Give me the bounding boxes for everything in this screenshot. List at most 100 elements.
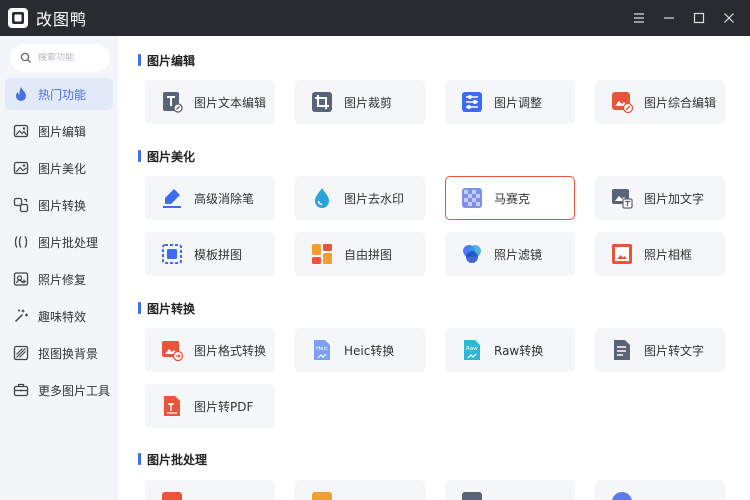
section-title-label: 图片美化 — [147, 149, 196, 164]
card-image-to-pdf[interactable]: 图片转PDF — [145, 384, 275, 428]
sidebar-item-image-edit[interactable]: 图片编辑 — [5, 115, 113, 147]
card-free-collage[interactable]: 自由拼图 — [295, 232, 425, 276]
sidebar-item-batch[interactable]: 图片批处理 — [5, 226, 113, 258]
card-label: 图片文本编辑 — [194, 95, 267, 110]
menu-icon[interactable] — [624, 0, 654, 36]
card-label: 高级消除笔 — [194, 191, 255, 206]
sidebar-item-photo-repair[interactable]: 照片修复 — [5, 263, 113, 295]
card-heic-convert[interactable]: Heic Heic转换 — [295, 328, 425, 372]
sidebar-item-label: 图片批处理 — [38, 235, 99, 250]
section-title-image-edit: 图片编辑 — [138, 52, 195, 68]
app-logo-icon — [8, 8, 28, 28]
card-label: 图片加文字 — [644, 191, 705, 206]
main-content: 图片编辑 图片文本编辑 图片裁剪 图片调整 图片综合编辑 图片美化 高级消除笔 … — [118, 36, 750, 500]
card-label: 自由拼图 — [344, 247, 393, 262]
sidebar-item-label: 热门功能 — [38, 87, 87, 102]
sidebar-item-label: 抠图换背景 — [38, 346, 99, 361]
maximize-icon[interactable] — [684, 0, 714, 36]
add-text-icon — [610, 186, 634, 210]
section-title-image-beautify: 图片美化 — [138, 148, 195, 164]
card-image-format-convert[interactable]: 图片格式转换 — [145, 328, 275, 372]
section-title-label: 图片编辑 — [147, 53, 196, 68]
card-raw-convert[interactable]: Raw Raw转换 — [445, 328, 575, 372]
sidebar-nav: 热门功能 图片编辑 图片美化 图片转换 图片批处理 照片修复 趣味特效 抠图换背… — [5, 78, 113, 411]
sidebar-item-label: 图片美化 — [38, 161, 87, 176]
toolbox-icon — [13, 382, 29, 398]
sidebar: 热门功能 图片编辑 图片美化 图片转换 图片批处理 照片修复 趣味特效 抠图换 — [0, 36, 118, 500]
title-bar: 改图鸭 — [0, 0, 750, 36]
batch-resize-icon — [310, 490, 334, 500]
card-add-text[interactable]: 图片加文字 — [595, 176, 725, 220]
template-collage-icon — [160, 242, 184, 266]
sidebar-item-cutout[interactable]: 抠图换背景 — [5, 337, 113, 369]
comprehensive-edit-icon — [610, 90, 634, 114]
card-image-adjust[interactable]: 图片调整 — [445, 80, 575, 124]
card-batch-4[interactable] — [595, 480, 725, 500]
text-edit-icon — [160, 90, 184, 114]
image-to-text-icon — [610, 338, 634, 362]
svg-text:Raw: Raw — [466, 346, 478, 352]
card-batch-3[interactable] — [445, 480, 575, 500]
image-beautify-icon — [13, 160, 29, 176]
card-batch-2[interactable] — [295, 480, 425, 500]
sparkle-icon — [13, 308, 29, 324]
card-photo-frame[interactable]: 照片相框 — [595, 232, 725, 276]
card-label: 图片转文字 — [644, 343, 705, 358]
card-label: 马赛克 — [494, 191, 531, 206]
card-mosaic[interactable]: 马赛克 — [445, 176, 575, 220]
card-label: 图片裁剪 — [344, 95, 393, 110]
section-title-label: 图片转换 — [147, 301, 196, 316]
card-label: 照片相框 — [644, 247, 693, 262]
card-image-text-edit[interactable]: 图片文本编辑 — [145, 80, 275, 124]
cutout-icon — [13, 345, 29, 361]
card-label: 图片去水印 — [344, 191, 405, 206]
card-image-crop[interactable]: 图片裁剪 — [295, 80, 425, 124]
card-template-collage[interactable]: 模板拼图 — [145, 232, 275, 276]
sidebar-item-label: 更多图片工具 — [38, 383, 111, 398]
app-title: 改图鸭 — [36, 10, 88, 29]
sidebar-item-fun-effects[interactable]: 趣味特效 — [5, 300, 113, 332]
batch-crop-icon — [160, 490, 184, 500]
sidebar-item-image-beautify[interactable]: 图片美化 — [5, 152, 113, 184]
section-title-batch: 图片批处理 — [138, 451, 207, 467]
convert-icon — [13, 197, 29, 213]
sidebar-item-label: 照片修复 — [38, 272, 87, 287]
sidebar-item-label: 图片编辑 — [38, 124, 87, 139]
batch-icon — [13, 234, 29, 250]
photo-repair-icon — [13, 271, 29, 287]
card-label: 图片转PDF — [194, 399, 254, 414]
sidebar-item-hot[interactable]: 热门功能 — [5, 78, 113, 110]
card-label: 模板拼图 — [194, 247, 243, 262]
heic-file-icon: Heic — [310, 338, 334, 362]
card-label: Raw转换 — [494, 343, 544, 358]
raw-file-icon: Raw — [460, 338, 484, 362]
card-image-comprehensive-edit[interactable]: 图片综合编辑 — [595, 80, 725, 124]
search-input[interactable] — [38, 53, 102, 63]
pdf-file-icon — [160, 394, 184, 418]
card-photo-filter[interactable]: 照片滤镜 — [445, 232, 575, 276]
card-label: 图片格式转换 — [194, 343, 267, 358]
sidebar-item-more-tools[interactable]: 更多图片工具 — [5, 374, 113, 406]
card-batch-1[interactable] — [145, 480, 275, 500]
search-box[interactable] — [10, 44, 110, 72]
filter-icon — [460, 242, 484, 266]
minimize-icon[interactable] — [654, 0, 684, 36]
close-icon[interactable] — [714, 0, 744, 36]
card-image-to-text[interactable]: 图片转文字 — [595, 328, 725, 372]
section-title-label: 图片批处理 — [147, 452, 208, 467]
format-convert-icon — [160, 338, 184, 362]
search-icon — [20, 49, 32, 68]
card-label: Heic转换 — [344, 343, 395, 358]
eraser-pen-icon — [160, 186, 184, 210]
sidebar-item-convert[interactable]: 图片转换 — [5, 189, 113, 221]
water-drop-icon — [310, 186, 334, 210]
crop-icon — [310, 90, 334, 114]
card-remove-watermark[interactable]: 图片去水印 — [295, 176, 425, 220]
card-label: 照片滤镜 — [494, 247, 543, 262]
card-label: 图片综合编辑 — [644, 95, 717, 110]
sidebar-item-label: 图片转换 — [38, 198, 87, 213]
mosaic-icon — [460, 186, 484, 210]
free-collage-icon — [310, 242, 334, 266]
card-advanced-eraser[interactable]: 高级消除笔 — [145, 176, 275, 220]
image-edit-icon — [13, 123, 29, 139]
